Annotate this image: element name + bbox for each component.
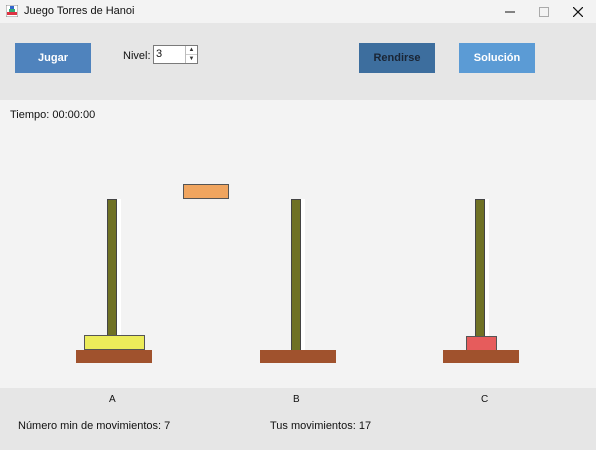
peg-c-disk[interactable] [466, 336, 497, 351]
stepper-up-icon[interactable]: ▲ [186, 46, 197, 55]
peg-b-base [260, 350, 336, 363]
level-stepper[interactable]: 3 ▲ ▼ [153, 45, 198, 64]
app-icon [6, 5, 18, 17]
toolbar: Jugar Nivel: 3 ▲ ▼ Rendirse Solución [0, 23, 596, 100]
peg-a[interactable] [107, 199, 117, 352]
maximize-button[interactable] [527, 0, 561, 23]
peg-a-label: A [109, 394, 116, 405]
peg-b-label: B [293, 394, 300, 405]
status-panel: A B C Número min de movimientos: 7 Tus m… [0, 388, 596, 450]
minimize-button[interactable] [493, 0, 527, 23]
close-button[interactable] [561, 0, 595, 23]
give-up-button[interactable]: Rendirse [359, 43, 435, 73]
game-board [0, 100, 596, 388]
title-bar: Juego Torres de Hanoi [0, 0, 596, 23]
play-button[interactable]: Jugar [15, 43, 91, 73]
minimize-icon [505, 11, 515, 12]
peg-c-base [443, 350, 519, 363]
peg-b-highlight [301, 199, 305, 352]
peg-a-highlight [117, 199, 121, 352]
level-label: Nivel: [123, 50, 151, 62]
held-disk[interactable] [183, 184, 229, 199]
peg-b[interactable] [291, 199, 301, 352]
peg-a-disk[interactable] [84, 335, 145, 350]
level-value[interactable]: 3 [156, 48, 162, 60]
peg-c-highlight [485, 199, 489, 352]
peg-c-label: C [481, 394, 489, 405]
window-title: Juego Torres de Hanoi [24, 5, 135, 17]
stepper-down-icon[interactable]: ▼ [186, 55, 197, 63]
stepper-buttons: ▲ ▼ [185, 46, 197, 63]
peg-a-base [76, 350, 152, 363]
peg-c[interactable] [475, 199, 485, 352]
solution-button[interactable]: Solución [459, 43, 535, 73]
min-moves-label: Número min de movimientos: 7 [18, 420, 171, 432]
maximize-icon [539, 6, 549, 17]
close-icon [573, 6, 583, 17]
your-moves-label: Tus movimientos: 17 [270, 420, 372, 432]
